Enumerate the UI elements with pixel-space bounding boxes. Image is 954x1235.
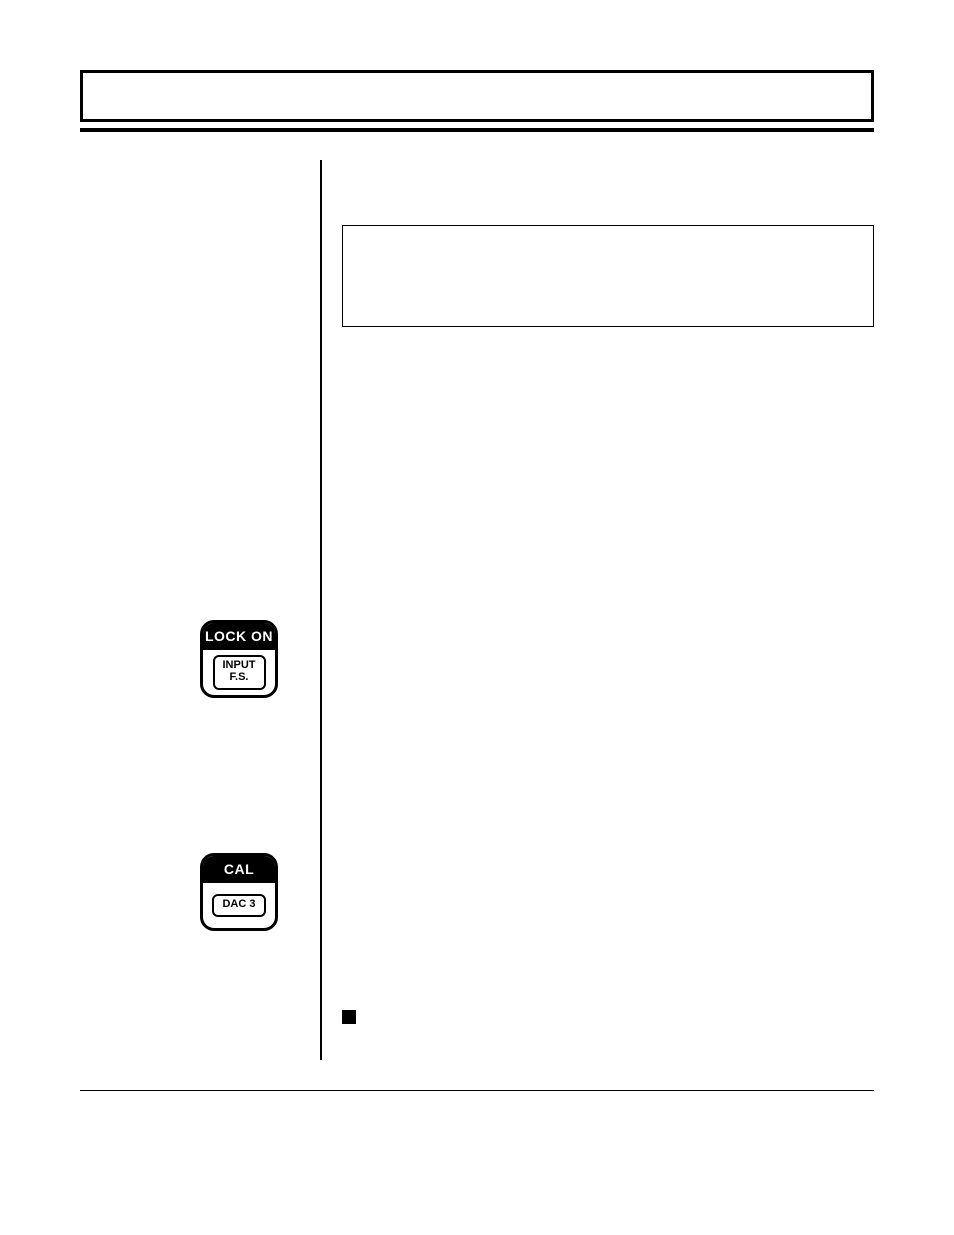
thick-horizontal-rule [80, 128, 874, 132]
two-column-layout: LOCK ON INPUT F.S. CAL DAC 3 [80, 160, 874, 1060]
lock-on-input-fs-key-icon: LOCK ON INPUT F.S. [200, 620, 278, 698]
keycap-top-label: LOCK ON [203, 623, 275, 650]
footer-rule [80, 1090, 874, 1091]
document-page: LOCK ON INPUT F.S. CAL DAC 3 [0, 0, 954, 1235]
right-column [322, 160, 874, 1060]
callout-box [342, 225, 874, 327]
keycap-bottom-label: DAC 3 [212, 894, 265, 917]
keycap-top-label: CAL [203, 856, 275, 883]
keycap-bottom: INPUT F.S. [203, 650, 275, 695]
bullet-square-icon [342, 1010, 356, 1024]
keycap-bottom-label: INPUT F.S. [213, 655, 266, 689]
title-bar [80, 70, 874, 122]
cal-dac3-key-icon: CAL DAC 3 [200, 853, 278, 931]
left-column: LOCK ON INPUT F.S. CAL DAC 3 [80, 160, 320, 1060]
keycap-bottom: DAC 3 [203, 883, 275, 928]
